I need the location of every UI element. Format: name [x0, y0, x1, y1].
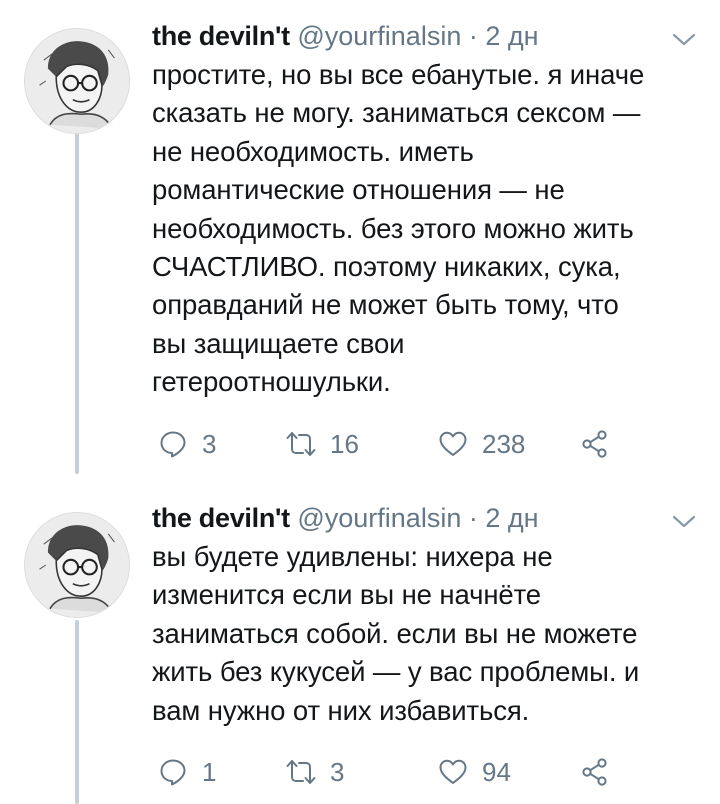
- author-name[interactable]: the deviln't: [152, 21, 290, 51]
- like-button[interactable]: 238: [438, 424, 525, 464]
- author-handle[interactable]: @yourfinalsin: [297, 503, 461, 533]
- like-count: 94: [482, 756, 511, 787]
- tweet-actions: 1 3 94: [152, 752, 672, 792]
- tweet-text: вы будете удивлены: нихера не изменится …: [152, 541, 640, 726]
- avatar-sketch: [25, 29, 129, 133]
- reply-icon: [160, 759, 186, 786]
- reply-button[interactable]: 3: [158, 424, 216, 464]
- avatar[interactable]: [24, 512, 130, 618]
- separator: ·: [468, 21, 478, 51]
- timestamp[interactable]: 2 дн: [485, 21, 538, 51]
- reply-icon: [160, 431, 186, 458]
- avatar[interactable]: [24, 28, 130, 134]
- reply-button[interactable]: 1: [158, 752, 216, 792]
- share-button[interactable]: [580, 752, 610, 792]
- like-button[interactable]: 94: [438, 752, 511, 792]
- retweet-icon: [286, 432, 316, 456]
- heart-icon: [439, 759, 467, 784]
- separator: ·: [468, 503, 478, 533]
- tweet[interactable]: the deviln't @yourfinalsin · 2 дн вы буд…: [0, 498, 720, 804]
- tweet-actions: 3 16 238: [152, 424, 672, 464]
- tweet-header: the deviln't @yourfinalsin · 2 дн: [152, 496, 539, 540]
- retweet-icon: [286, 760, 316, 784]
- tweet-header: the deviln't @yourfinalsin · 2 дн: [152, 14, 539, 58]
- chevron-down-icon[interactable]: [670, 512, 698, 532]
- reply-count: 1: [202, 756, 217, 787]
- share-icon: [582, 430, 607, 458]
- share-icon: [582, 758, 607, 786]
- chevron-down-icon[interactable]: [670, 30, 698, 50]
- retweet-count: 3: [330, 756, 345, 787]
- timestamp[interactable]: 2 дн: [485, 503, 538, 533]
- heart-icon: [439, 431, 467, 456]
- author-handle[interactable]: @yourfinalsin: [297, 21, 461, 51]
- tweet-text: простите, но вы все ебанутые. я иначе ск…: [152, 59, 645, 398]
- author-name[interactable]: the deviln't: [152, 503, 290, 533]
- retweet-count: 16: [330, 428, 359, 459]
- retweet-button[interactable]: 16: [286, 424, 359, 464]
- reply-count: 3: [202, 428, 217, 459]
- like-count: 238: [482, 428, 526, 459]
- avatar-sketch: [25, 513, 129, 617]
- share-button[interactable]: [580, 424, 610, 464]
- tweet[interactable]: the deviln't @yourfinalsin · 2 дн прости…: [0, 16, 720, 486]
- retweet-button[interactable]: 3: [286, 752, 344, 792]
